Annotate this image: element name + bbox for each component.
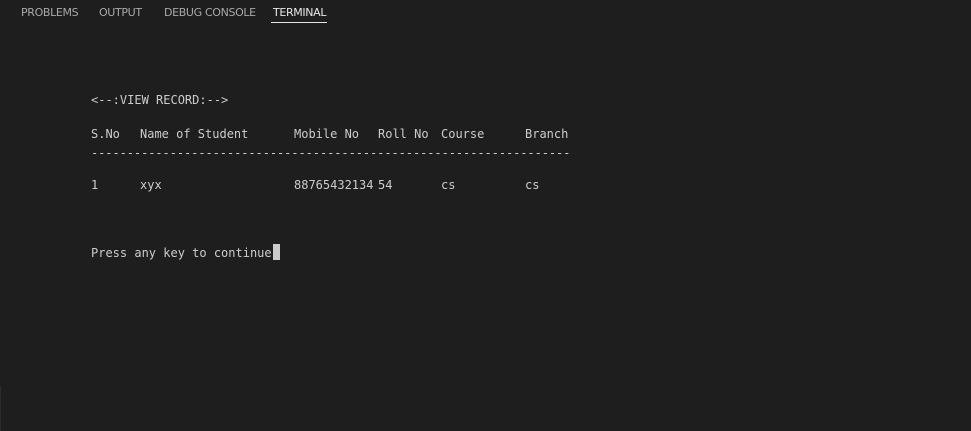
row-1-roll: 54 <box>378 178 393 192</box>
terminal-output[interactable]: <--:VIEW RECORD:--> S.No Name of Student… <box>0 0 971 431</box>
continue-prompt: Press any key to continue. <box>91 246 279 260</box>
row-1-mobile: 88765432134 <box>294 178 374 192</box>
column-header-sno: S.No <box>91 127 120 141</box>
column-header-roll: Roll No <box>378 127 429 141</box>
row-1-branch: cs <box>525 178 540 192</box>
column-header-branch: Branch <box>525 127 569 141</box>
row-1-course: cs <box>441 178 456 192</box>
terminal-panel: PROBLEMS OUTPUT DEBUG CONSOLE TERMINAL <… <box>0 0 971 431</box>
row-1-sno: 1 <box>91 178 99 192</box>
column-header-course: Course <box>441 127 485 141</box>
terminal-cursor <box>273 244 280 260</box>
record-heading: <--:VIEW RECORD:--> <box>91 93 229 107</box>
column-header-mobile: Mobile No <box>294 127 360 141</box>
panel-edge <box>0 386 1 431</box>
table-separator: ----------------------------------------… <box>91 146 571 160</box>
column-header-name: Name of Student <box>140 127 249 141</box>
row-1-name: xyx <box>140 178 162 192</box>
